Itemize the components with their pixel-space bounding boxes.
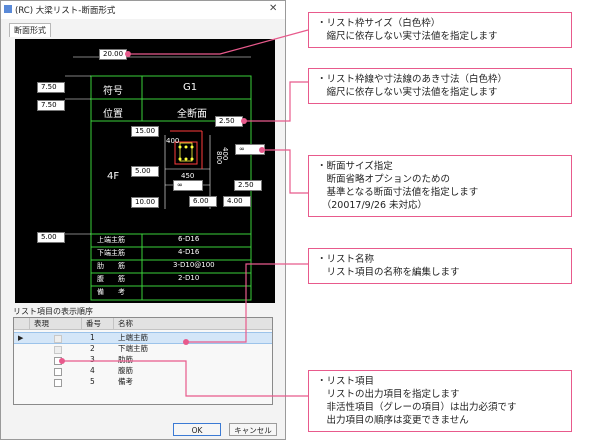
dim-total-width[interactable]: 20.00 — [99, 49, 127, 60]
row-pointer-icon: ▶ — [18, 334, 24, 342]
dim-bottom-b[interactable]: 4.00 — [223, 196, 251, 207]
row-number: 5 — [90, 377, 95, 386]
section-400: 400 — [166, 137, 180, 145]
row-checkbox — [54, 335, 62, 343]
col-header-visibility: 表現 — [30, 318, 82, 330]
ok-button[interactable]: OK — [173, 423, 221, 436]
row-checkbox[interactable] — [54, 379, 62, 387]
dim-section-width[interactable]: 15.00 — [131, 126, 159, 137]
callout-list-items: ・リスト項目 リストの出力項目を指定します 非活性項目（グレーの項目）は出力必須… — [308, 370, 572, 432]
row-name[interactable]: 備考 — [118, 377, 133, 387]
row-name[interactable]: 上端主筋 — [118, 333, 148, 343]
row-label-4: 腹 筋 — [97, 275, 125, 283]
app-icon — [4, 5, 12, 13]
dim-right[interactable]: 2.50 — [234, 180, 262, 191]
table-row[interactable]: ▶ 1 上端主筋 — [14, 332, 272, 344]
dim-bottom-a[interactable]: 6.00 — [189, 196, 217, 207]
header-value: G1 — [183, 82, 198, 93]
header-spacer — [14, 318, 30, 330]
list-preview-canvas: 20.00 7.50 7.50 2.50 15.00 5.00 10.00 ∞ … — [15, 39, 275, 303]
table-row[interactable]: 3 肋筋 — [14, 355, 272, 365]
floor-label: 4F — [107, 171, 120, 182]
close-icon[interactable]: ✕ — [269, 3, 277, 14]
callout-line: ・リスト項目 — [317, 376, 375, 387]
dim-row1[interactable]: 7.50 — [37, 82, 65, 93]
callout-section-size: ・断面サイズ指定 断面省略オプションのための 基準となる断面寸法値を指定します … — [308, 155, 572, 217]
callout-line: 縮尺に依存しない実寸法値を指定します — [317, 31, 498, 42]
row-number: 2 — [90, 344, 95, 353]
col-header-name: 名称 — [114, 318, 272, 330]
tab-section-format[interactable]: 断面形式 — [9, 23, 51, 37]
section-span: 400 — [221, 147, 229, 161]
dim-section-infinite[interactable]: ∞ — [235, 144, 265, 155]
col-header-number: 番号 — [82, 318, 114, 330]
row-value-3: 3-D10@100 — [173, 261, 215, 269]
section-450: 450 — [181, 172, 195, 180]
dim-row2[interactable]: 7.50 — [37, 100, 65, 111]
table-row[interactable]: 4 腹筋 — [14, 366, 272, 376]
callout-list-name: ・リスト名称 リスト項目の名称を編集します — [308, 248, 572, 284]
callout-line: 縮尺に依存しない実寸法値を指定します — [317, 87, 498, 98]
row-label-3: 肋 筋 — [97, 262, 125, 270]
callout-line: 出力項目の順序は変更できません — [317, 415, 469, 426]
callout-line: 断面省略オプションのための — [317, 174, 451, 185]
row-number: 1 — [90, 333, 95, 342]
header-label: 符号 — [103, 86, 123, 97]
callout-line: ・リスト枠サイズ（白色枠） — [317, 18, 441, 29]
row-name[interactable]: 肋筋 — [118, 355, 133, 365]
list-order-label: リスト項目の表示順序 — [13, 307, 93, 316]
callout-line: 基準となる断面寸法値を指定します — [317, 187, 479, 198]
callout-frame-spacing: ・リスト枠線や寸法線のあき寸法（白色枠） 縮尺に依存しない実寸法値を指定します — [308, 68, 572, 104]
dim-base[interactable]: 5.00 — [37, 232, 65, 243]
row-value-4: 2-D10 — [178, 274, 200, 282]
row-number: 3 — [90, 355, 95, 364]
title-bar: (RC) 大梁リスト-断面形式 ✕ — [1, 1, 285, 19]
table-row[interactable]: 2 下端主筋 — [14, 344, 272, 354]
row-number: 4 — [90, 366, 95, 375]
row-checkbox — [54, 346, 62, 354]
row-label-5: 備 考 — [97, 288, 125, 296]
section-format-dialog: (RC) 大梁リスト-断面形式 ✕ 断面形式 20.00 7.50 7.50 2… — [0, 0, 286, 440]
position-label: 位置 — [103, 109, 123, 120]
position-value: 全断面 — [177, 109, 207, 120]
row-value-2: 4-D16 — [178, 248, 200, 256]
callout-list-frame-size: ・リスト枠サイズ（白色枠） 縮尺に依存しない実寸法値を指定します — [308, 12, 572, 48]
dim-infinite-b[interactable]: ∞ — [173, 180, 203, 191]
callout-line: リストの出力項目を指定します — [317, 389, 460, 400]
callout-line: ・リスト枠線や寸法線のあき寸法（白色枠） — [317, 74, 508, 85]
table-row[interactable]: 5 備考 — [14, 377, 272, 387]
dialog-title: (RC) 大梁リスト-断面形式 — [15, 6, 116, 16]
row-name[interactable]: 腹筋 — [118, 366, 133, 376]
row-name[interactable]: 下端主筋 — [118, 344, 148, 354]
callout-line: ・リスト名称 — [317, 254, 375, 265]
row-label-1: 上端主筋 — [97, 236, 125, 244]
callout-line: （20017/9/26 未対応） — [317, 200, 428, 211]
dim-gap[interactable]: 2.50 — [215, 116, 243, 127]
list-order-table: 表現 番号 名称 ▶ 1 上端主筋 2 下端主筋 3 肋筋 4 腹筋 5 備考 — [13, 317, 273, 405]
callout-line: ・断面サイズ指定 — [317, 161, 393, 172]
row-checkbox[interactable] — [54, 368, 62, 376]
cancel-button[interactable]: キャンセル — [229, 423, 277, 436]
callout-line: リスト項目の名称を編集します — [317, 267, 460, 278]
row-label-2: 下端主筋 — [97, 249, 125, 257]
dim-left-b[interactable]: 10.00 — [131, 197, 159, 208]
dim-left-a[interactable]: 5.00 — [131, 166, 159, 177]
row-value-1: 6-D16 — [178, 235, 200, 243]
callout-line: 非活性項目（グレーの項目）は出力必須です — [317, 402, 517, 413]
row-checkbox[interactable] — [54, 357, 62, 365]
